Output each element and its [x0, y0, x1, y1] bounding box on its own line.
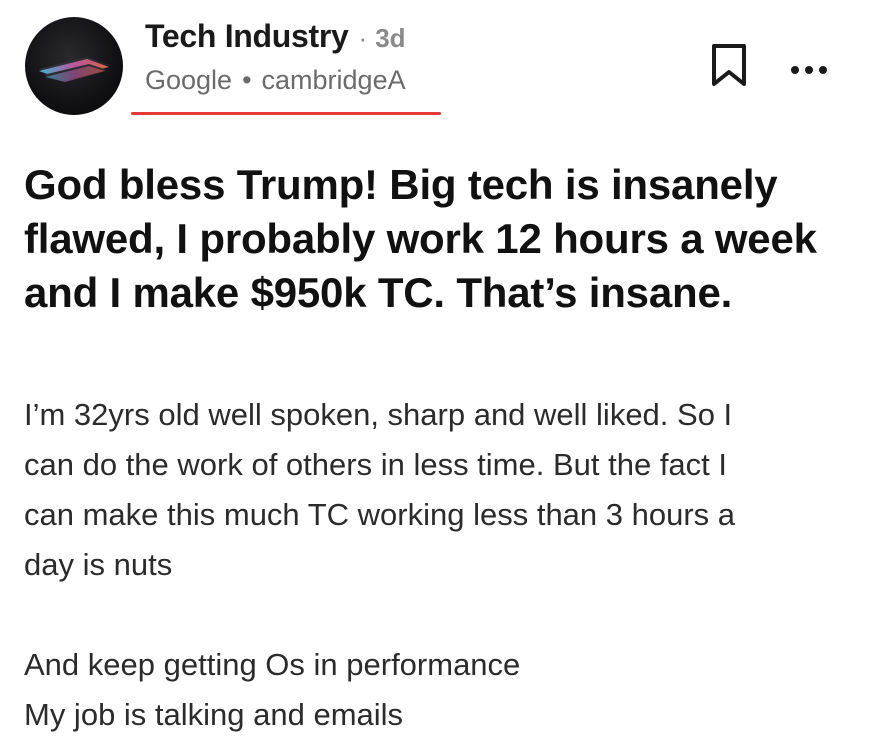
more-options-button[interactable] — [787, 56, 831, 84]
body-line: day is nuts — [24, 547, 173, 582]
body-line: I’m 32yrs old well spoken, sharp and wel… — [24, 397, 733, 432]
channel-row: Tech Industry · 3d — [145, 18, 406, 55]
author-company[interactable]: Google — [145, 65, 232, 96]
bookmark-button[interactable] — [708, 42, 750, 88]
channel-avatar[interactable] — [25, 17, 123, 115]
post-paragraph-1: I’m 32yrs old well spoken, sharp and wel… — [24, 390, 854, 590]
post-card: Tech Industry · 3d Google • cambridgeA G… — [0, 0, 875, 753]
post-paragraph-2: And keep getting Os in performance My jo… — [24, 640, 854, 740]
bookmark-icon — [712, 44, 746, 86]
author-separator: • — [242, 65, 252, 95]
laptop-icon — [39, 57, 109, 82]
author-username[interactable]: cambridgeA — [262, 65, 406, 96]
post-title[interactable]: God bless Trump! Big tech is insanely fl… — [24, 158, 854, 320]
meta-separator: · — [358, 23, 368, 53]
body-line: My job is talking and emails — [24, 697, 404, 732]
post-header: Tech Industry · 3d Google • cambridgeA — [145, 18, 406, 96]
channel-name[interactable]: Tech Industry — [145, 18, 349, 55]
post-age: 3d — [375, 23, 406, 53]
post-body: I’m 32yrs old well spoken, sharp and wel… — [24, 390, 854, 740]
body-line: can do the work of others in less time. … — [24, 447, 728, 482]
body-line: And keep getting Os in performance — [24, 647, 521, 682]
red-underline-annotation — [131, 112, 441, 115]
body-line: can make this much TC working less than … — [24, 497, 736, 532]
author-row: Google • cambridgeA — [145, 65, 406, 96]
more-options-icon — [791, 66, 827, 74]
